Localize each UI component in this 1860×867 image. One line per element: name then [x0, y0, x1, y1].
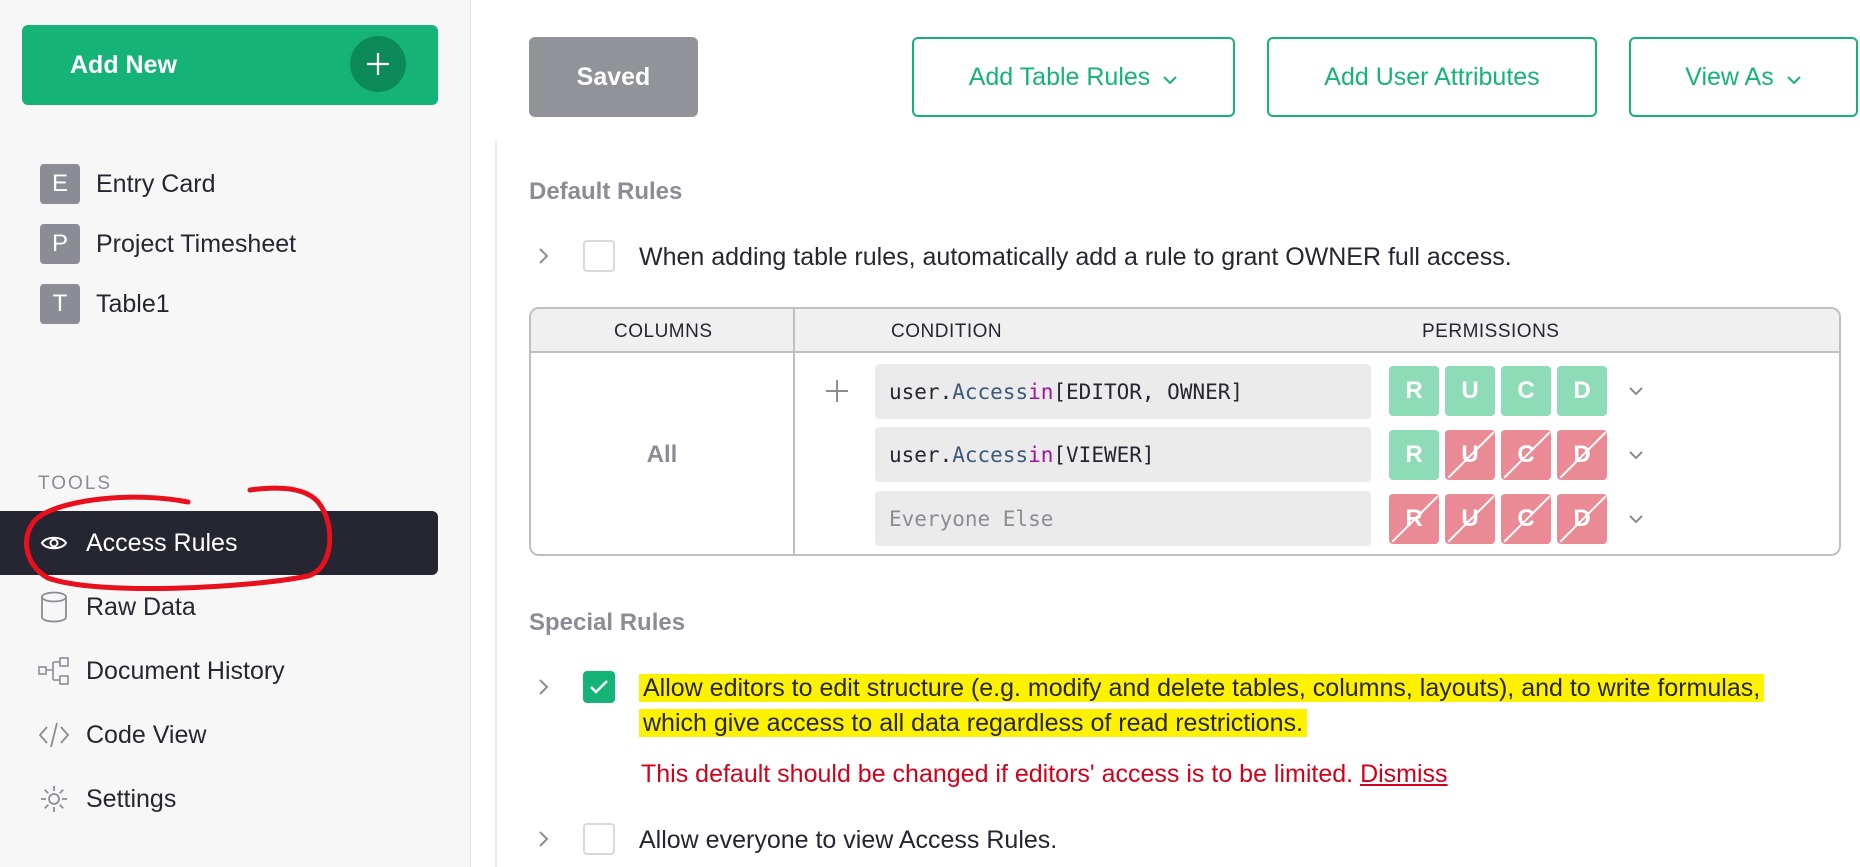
owner-rule-checkbox[interactable]	[583, 240, 615, 272]
perm-create[interactable]: C	[1501, 430, 1551, 480]
cond-prop: Access	[952, 379, 1029, 404]
cond-keyword: in	[1028, 442, 1054, 467]
table-header: COLUMNS CONDITION PERMISSIONS	[531, 309, 1839, 353]
edit-structure-checkbox[interactable]	[583, 671, 615, 703]
chevron-down-icon	[1162, 63, 1178, 92]
tool-label: Raw Data	[86, 592, 196, 621]
columns-header: COLUMNS	[614, 321, 713, 342]
condition-input-everyone-else[interactable]: Everyone Else	[875, 491, 1371, 546]
add-condition-plus-icon[interactable]	[823, 377, 851, 405]
tool-label: Code View	[86, 720, 207, 749]
perm-read[interactable]: R	[1389, 430, 1439, 480]
red-annotation-circle	[24, 485, 332, 592]
plus-icon	[350, 36, 406, 92]
condition-input[interactable]: user. Access in [VIEWER]	[875, 427, 1371, 482]
perm-update[interactable]: U	[1445, 366, 1495, 416]
highlighted-text-line-2: which give access to all data regardless…	[639, 709, 1308, 737]
perm-delete[interactable]: D	[1557, 366, 1607, 416]
page-name: Project Timesheet	[96, 229, 297, 258]
left-sidebar: Add New E Entry Card P Project Timesheet…	[0, 0, 471, 867]
chevron-right-icon[interactable]	[529, 240, 559, 272]
condition-header: CONDITION	[891, 321, 1003, 342]
cond-list: [VIEWER]	[1053, 442, 1155, 467]
code-icon	[38, 719, 70, 751]
chevron-down-icon	[1786, 63, 1802, 92]
default-rules-title: Default Rules	[529, 178, 683, 205]
tool-label: Document History	[86, 656, 285, 685]
cond-var: user	[889, 379, 940, 404]
tool-settings[interactable]: Settings	[0, 767, 438, 831]
default-rules-table: COLUMNS CONDITION PERMISSIONS All user. A…	[529, 307, 1841, 556]
chevron-down-icon[interactable]	[1622, 505, 1650, 533]
cond-var: user	[889, 442, 940, 467]
page-badge: P	[40, 224, 80, 264]
page-name: Entry Card	[96, 169, 216, 198]
view-rules-text: Allow everyone to view Access Rules.	[639, 826, 1058, 854]
warning-text: This default should be changed if editor…	[641, 760, 1354, 788]
page-badge: T	[40, 284, 80, 324]
editor-access-warning: This default should be changed if editor…	[641, 760, 1448, 789]
chevron-right-icon[interactable]	[529, 671, 559, 703]
page-name: Table1	[96, 289, 170, 318]
history-icon	[38, 655, 70, 687]
permissions-header: PERMISSIONS	[1422, 321, 1560, 342]
perm-create[interactable]: C	[1501, 494, 1551, 544]
add-table-rules-label: Add Table Rules	[968, 62, 1151, 91]
owner-rule-text: When adding table rules, automatically a…	[639, 243, 1512, 271]
view-as-button[interactable]: View As	[1629, 37, 1858, 117]
database-icon	[38, 591, 70, 623]
perm-read[interactable]: R	[1389, 366, 1439, 416]
permission-set: R U C D	[1389, 494, 1613, 544]
perm-delete[interactable]: D	[1557, 430, 1607, 480]
view-rules-checkbox[interactable]	[583, 823, 615, 855]
content-divider	[495, 140, 497, 867]
saved-button[interactable]: Saved	[529, 37, 698, 117]
columns-value: All	[646, 440, 678, 468]
cond-prop: Access	[952, 442, 1029, 467]
chevron-down-icon[interactable]	[1622, 441, 1650, 469]
perm-create[interactable]: C	[1501, 366, 1551, 416]
page-item-project-timesheet[interactable]: P Project Timesheet	[40, 224, 296, 264]
add-user-attributes-button[interactable]: Add User Attributes	[1267, 37, 1597, 117]
owner-rule-row: When adding table rules, automatically a…	[529, 240, 1512, 275]
chevron-down-icon[interactable]	[1622, 377, 1650, 405]
edit-structure-text: Allow editors to edit structure (e.g. mo…	[639, 671, 1765, 741]
tool-code-view[interactable]: Code View	[0, 703, 438, 767]
perm-update[interactable]: U	[1445, 430, 1495, 480]
condition-input[interactable]: user. Access in [EDITOR, OWNER]	[875, 364, 1371, 419]
cond-keyword: in	[1028, 379, 1054, 404]
dismiss-link[interactable]: Dismiss	[1360, 760, 1448, 788]
chevron-right-icon[interactable]	[529, 823, 559, 855]
add-new-label: Add New	[70, 50, 177, 79]
permission-set: R U C D	[1389, 430, 1613, 480]
gear-icon	[38, 783, 70, 815]
page-badge: E	[40, 164, 80, 204]
special-rules-title: Special Rules	[529, 609, 686, 636]
column-divider	[793, 309, 795, 554]
page-item-entry-card[interactable]: E Entry Card	[40, 164, 215, 204]
edit-structure-rule-row: Allow editors to edit structure (e.g. mo…	[529, 671, 1829, 741]
page-item-table1[interactable]: T Table1	[40, 284, 170, 324]
perm-update[interactable]: U	[1445, 494, 1495, 544]
perm-read[interactable]: R	[1389, 494, 1439, 544]
permission-set: R U C D	[1389, 366, 1613, 416]
check-icon	[590, 680, 608, 694]
highlighted-text-line-1: Allow editors to edit structure (e.g. mo…	[639, 674, 1765, 702]
add-new-button[interactable]: Add New	[22, 25, 438, 105]
tool-label: Settings	[86, 784, 177, 813]
perm-delete[interactable]: D	[1557, 494, 1607, 544]
cond-list: [EDITOR, OWNER]	[1053, 379, 1244, 404]
add-table-rules-button[interactable]: Add Table Rules	[912, 37, 1235, 117]
view-rules-row: Allow everyone to view Access Rules.	[529, 823, 1057, 858]
tool-document-history[interactable]: Document History	[0, 639, 438, 703]
view-as-label: View As	[1685, 62, 1774, 91]
